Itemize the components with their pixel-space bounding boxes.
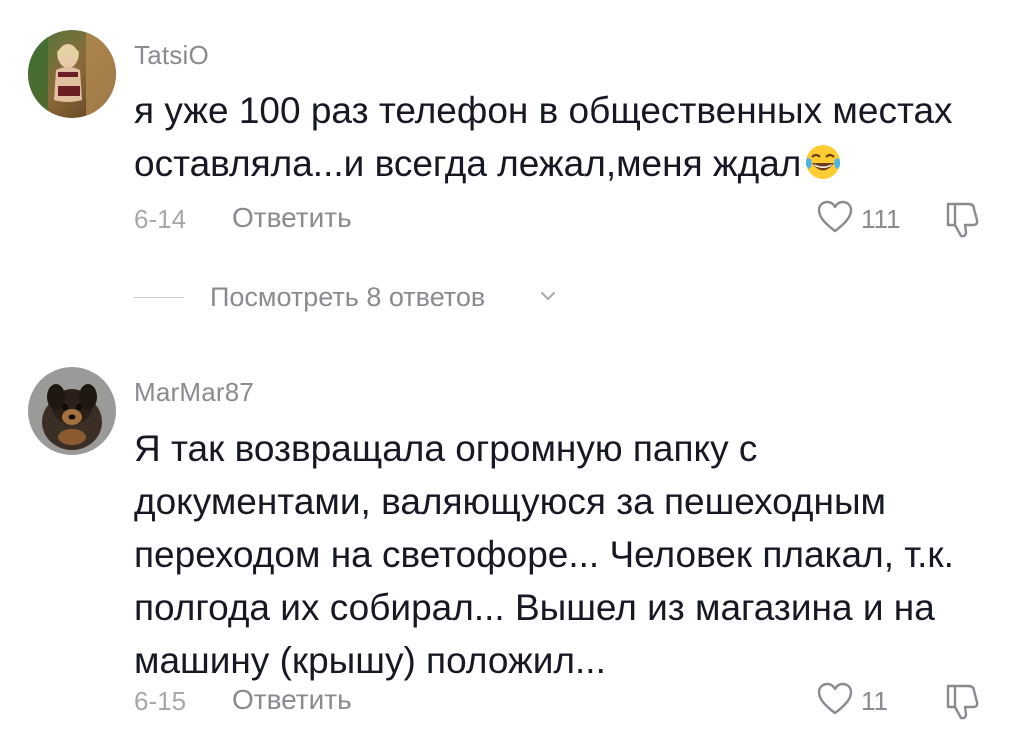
- view-replies-row[interactable]: Посмотреть 8 ответов: [134, 280, 734, 316]
- divider-line: [134, 297, 184, 298]
- username[interactable]: TatsiO: [134, 40, 209, 71]
- heart-outline-icon[interactable]: [817, 682, 853, 716]
- avatar-image: [28, 367, 116, 455]
- comment-item-2: MarMar87 Я так возвращала огромную папку…: [0, 350, 1024, 747]
- reply-button[interactable]: Ответить: [232, 202, 352, 234]
- comment-actions: 6-15 Ответить 11: [134, 682, 994, 722]
- heart-outline-icon[interactable]: [817, 200, 853, 234]
- comment-item-1: TatsiO я уже 100 раз телефон в обществен…: [0, 0, 1024, 260]
- comment-body: Я так возвращала огромную папку с докуме…: [134, 428, 954, 681]
- chevron-down-icon[interactable]: [540, 290, 556, 302]
- comment-date: 6-14: [134, 204, 187, 234]
- comment-text: Я так возвращала огромную папку с докуме…: [134, 422, 1004, 687]
- face-with-tears-of-joy-icon: [806, 145, 841, 179]
- like-count: 11: [861, 686, 888, 716]
- view-replies-button[interactable]: Посмотреть 8 ответов: [210, 282, 485, 313]
- avatar-image: [28, 30, 116, 118]
- comment-date: 6-15: [134, 686, 187, 716]
- thumbs-down-outline-icon[interactable]: [944, 200, 980, 240]
- avatar-marmar87[interactable]: [28, 367, 116, 455]
- comment-actions: 6-14 Ответить 111: [134, 200, 994, 240]
- comment-text: я уже 100 раз телефон в общественных мес…: [134, 84, 1004, 190]
- avatar-tatsio[interactable]: [28, 30, 116, 118]
- like-count: 111: [861, 204, 901, 234]
- reply-button[interactable]: Ответить: [232, 684, 352, 716]
- thumbs-down-outline-icon[interactable]: [944, 682, 980, 722]
- username[interactable]: MarMar87: [134, 377, 254, 408]
